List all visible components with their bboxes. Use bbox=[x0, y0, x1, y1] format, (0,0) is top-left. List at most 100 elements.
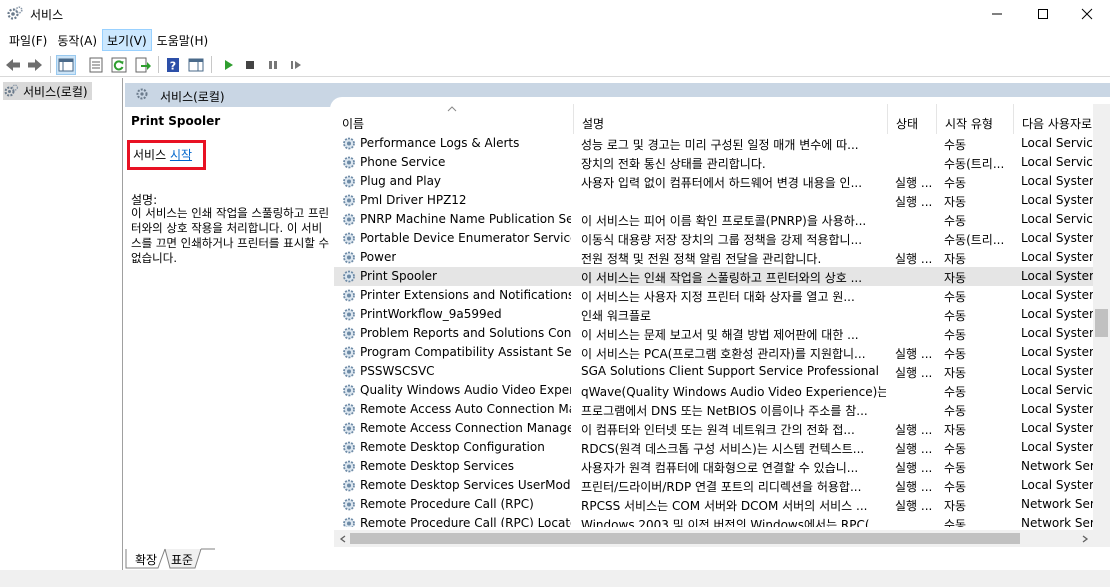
table-row[interactable]: Remote Procedure Call (RPC) Locator Windo… bbox=[334, 514, 1110, 527]
services-pane: 서비스(로컬) Print Spooler 서비스 시작 설명: 이 서비스는 … bbox=[125, 83, 1110, 548]
column-header-description[interactable]: 설명 bbox=[574, 104, 888, 134]
table-row[interactable]: Remote Access Connection Manager 이 컴퓨터와 인… bbox=[334, 419, 1110, 438]
service-description: 이동식 대용량 저장 장치의 그룹 정책을 강제 적용합니... bbox=[581, 233, 863, 247]
service-status: 실행 ... bbox=[895, 423, 933, 437]
horizontal-scrollbar[interactable] bbox=[334, 530, 1093, 547]
back-button[interactable] bbox=[3, 55, 23, 75]
service-name: Program Compatibility Assistant Servi... bbox=[360, 345, 571, 359]
table-row[interactable]: PNRP Machine Name Publication Ser... 이 서비… bbox=[334, 210, 1110, 229]
table-row[interactable]: Remote Procedure Call (RPC) RPCSS 서비스는 CO… bbox=[334, 495, 1110, 514]
column-header-name[interactable]: 이름 bbox=[334, 104, 574, 134]
table-row[interactable]: Power 전원 정책 및 전원 정책 알림 전달을 관리합니다. 실행 ... 자동… bbox=[334, 248, 1110, 267]
table-row[interactable]: Problem Reports and Solutions Contr... 이 … bbox=[334, 324, 1110, 343]
table-row[interactable]: Remote Desktop Services 사용자가 원격 컴퓨터에 대화형으… bbox=[334, 457, 1110, 476]
help-button[interactable]: ? bbox=[163, 55, 183, 75]
service-startup-type: 자동 bbox=[944, 499, 967, 513]
forward-button[interactable] bbox=[25, 55, 45, 75]
service-gear-icon bbox=[343, 308, 355, 321]
chevron-right-icon bbox=[1082, 534, 1088, 543]
service-description: 사용자가 원격 컴퓨터에 대화형으로 연결할 수 있습니... bbox=[581, 461, 859, 475]
refresh-button[interactable] bbox=[109, 55, 129, 75]
table-row[interactable]: Plug and Play 사용자 입력 없이 컴퓨터에서 하드웨어 변경 내용을… bbox=[334, 172, 1110, 191]
service-description: Windows 2003 및 이전 버전의 Windows에서는 RPC(... bbox=[581, 518, 881, 527]
stop-icon bbox=[246, 61, 254, 69]
service-description: 전원 정책 및 전원 정책 알림 전달을 관리합니다. bbox=[581, 252, 822, 266]
properties-button[interactable] bbox=[86, 55, 106, 75]
export-list-button[interactable] bbox=[133, 55, 153, 75]
stop-service-button[interactable] bbox=[240, 55, 260, 75]
start-service-button[interactable] bbox=[218, 55, 238, 75]
table-row[interactable]: Print Spooler 이 서비스는 인쇄 작업을 스풀링하고 프린터와의 상… bbox=[334, 267, 1110, 286]
scroll-right-button[interactable] bbox=[1076, 530, 1093, 547]
restart-service-button[interactable] bbox=[286, 55, 306, 75]
service-gear-icon bbox=[343, 194, 355, 207]
gear-icon bbox=[7, 6, 23, 20]
service-name: Remote Desktop Services UserMode ... bbox=[360, 478, 571, 492]
service-gear-icon bbox=[343, 251, 355, 264]
service-gear-icon bbox=[343, 213, 355, 226]
service-description: 이 서비스는 인쇄 작업을 스풀링하고 프린터와의 상호 ... bbox=[581, 271, 863, 285]
window-title: 서비스 bbox=[30, 8, 64, 22]
service-name-cell: Remote Desktop Services UserMode ... bbox=[341, 477, 571, 493]
service-name-cell: Program Compatibility Assistant Servi... bbox=[341, 344, 571, 360]
scroll-left-button[interactable] bbox=[334, 530, 351, 547]
table-row[interactable]: Phone Service 장치의 전화 통신 상태를 관리합니다. 수동(트리..… bbox=[334, 153, 1110, 172]
tree-item-services-local[interactable]: 서비스(로컬) bbox=[3, 82, 92, 100]
service-startup-type: 수동 bbox=[944, 442, 967, 456]
table-row[interactable]: Remote Desktop Configuration RDCS(원격 데스크톱… bbox=[334, 438, 1110, 457]
maximize-button[interactable] bbox=[1020, 0, 1066, 28]
tab-extended[interactable]: 확장 bbox=[129, 548, 163, 568]
service-description: RPCSS 서비스는 COM 서버와 DCOM 서버의 서비스 ... bbox=[581, 499, 868, 513]
action-pane-button[interactable] bbox=[186, 55, 206, 75]
pause-service-button[interactable] bbox=[263, 55, 283, 75]
service-startup-type: 수동 bbox=[944, 518, 967, 527]
service-status: 실행 ... bbox=[895, 442, 933, 456]
menu-bar: 파일(F) 동작(A) 보기(V) 도움말(H) bbox=[0, 29, 1110, 51]
table-row[interactable]: Program Compatibility Assistant Servi...… bbox=[334, 343, 1110, 362]
horizontal-scroll-thumb[interactable] bbox=[350, 533, 1020, 544]
service-name: Pml Driver HPZ12 bbox=[360, 193, 467, 207]
vertical-scroll-thumb[interactable] bbox=[1095, 309, 1108, 337]
tab-standard[interactable]: 표준 bbox=[165, 548, 199, 568]
menu-help[interactable]: 도움말(H) bbox=[152, 29, 214, 51]
table-row[interactable]: Portable Device Enumerator Service 이동식 대용… bbox=[334, 229, 1110, 248]
menu-view[interactable]: 보기(V) bbox=[102, 29, 152, 51]
table-row[interactable]: Performance Logs & Alerts 성능 로그 및 경고는 미리 … bbox=[334, 134, 1110, 153]
service-startup-type: 수동 bbox=[944, 214, 967, 228]
table-row[interactable]: Remote Access Auto Connection Ma... 프로그램에… bbox=[334, 400, 1110, 419]
service-gear-icon bbox=[343, 479, 355, 492]
close-button[interactable] bbox=[1064, 0, 1110, 28]
console-tree: 서비스(로컬) bbox=[0, 78, 123, 575]
service-gear-icon bbox=[343, 498, 355, 511]
service-name-cell: Remote Procedure Call (RPC) Locator bbox=[341, 515, 571, 527]
table-row[interactable]: Pml Driver HPZ12 실행 ... 자동 Local System bbox=[334, 191, 1110, 210]
start-service-link[interactable]: 시작 bbox=[170, 148, 192, 162]
search-icon bbox=[136, 88, 148, 100]
service-gear-icon bbox=[343, 460, 355, 473]
column-header-status[interactable]: 상태 bbox=[888, 104, 937, 134]
vertical-scrollbar[interactable] bbox=[1093, 104, 1110, 530]
service-startup-type: 수동 bbox=[944, 404, 967, 418]
service-name: Quality Windows Audio Video Experie... bbox=[360, 383, 571, 397]
service-name-cell: Remote Access Auto Connection Ma... bbox=[341, 401, 571, 417]
play-icon bbox=[225, 60, 233, 70]
service-gear-icon bbox=[343, 232, 355, 245]
table-row[interactable]: PrintWorkflow_9a599ed 인쇄 워크플로 수동 Local Syst… bbox=[334, 305, 1110, 324]
table-row[interactable]: Remote Desktop Services UserMode ... 프린터/… bbox=[334, 476, 1110, 495]
toolbar-separator bbox=[158, 56, 159, 73]
column-header-startup-type[interactable]: 시작 유형 bbox=[937, 104, 1014, 134]
table-row[interactable]: PSSWSCSVC SGA Solutions Client Support Se… bbox=[334, 362, 1110, 381]
service-name-cell: Remote Desktop Configuration bbox=[341, 439, 571, 455]
table-row[interactable]: Printer Extensions and Notifications 이 서비… bbox=[334, 286, 1110, 305]
service-status: 실행 ... bbox=[895, 176, 933, 190]
table-row[interactable]: Quality Windows Audio Video Experie... qW… bbox=[334, 381, 1110, 400]
service-name: Problem Reports and Solutions Contr... bbox=[360, 326, 571, 340]
service-gear-icon bbox=[343, 365, 355, 378]
service-gear-icon bbox=[343, 517, 355, 527]
chevron-left-icon bbox=[339, 534, 345, 543]
menu-file[interactable]: 파일(F) bbox=[4, 29, 52, 51]
pane-title: 서비스(로컬) bbox=[160, 90, 225, 104]
menu-action[interactable]: 동작(A) bbox=[52, 29, 102, 51]
show-hide-console-tree-button[interactable] bbox=[56, 55, 76, 75]
minimize-button[interactable] bbox=[974, 0, 1020, 28]
